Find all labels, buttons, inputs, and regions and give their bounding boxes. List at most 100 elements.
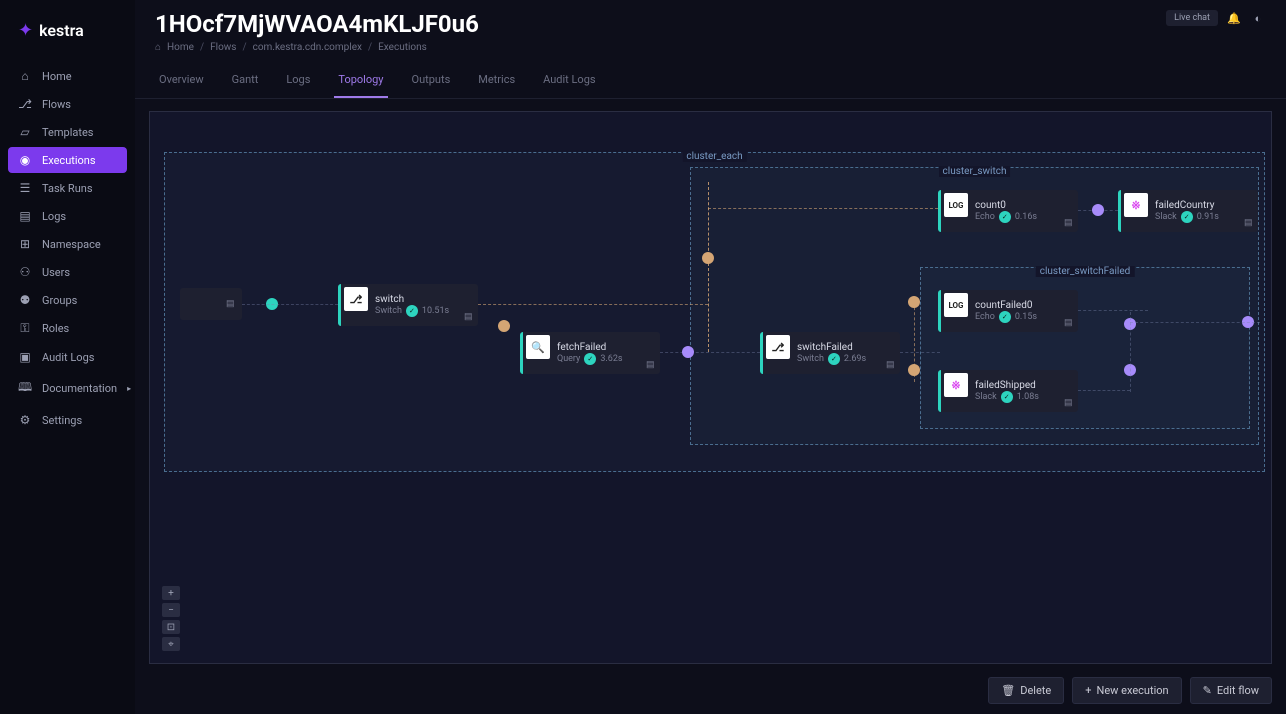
- new-execution-button[interactable]: +New execution: [1072, 677, 1181, 704]
- tab-gantt[interactable]: Gantt: [228, 67, 263, 98]
- node-title: switch: [375, 294, 474, 305]
- node-count0[interactable]: LOG count0 Echo ✓ 0.16s ▤: [938, 190, 1078, 232]
- breadcrumb-namespace[interactable]: com.kestra.cdn.complex: [253, 42, 362, 53]
- node-title: count0: [975, 200, 1074, 211]
- edge: [1078, 390, 1130, 391]
- logo[interactable]: ✦ kestra: [0, 12, 135, 59]
- sidebar-item-label: Executions: [42, 154, 96, 167]
- sidebar-item-label: Documentation: [42, 382, 117, 395]
- node-fetch-failed[interactable]: 🔍 fetchFailed Query ✓ 3.62s ▤: [520, 332, 660, 374]
- nav-list: ⌂Home ⎇Flows ▱Templates ◉Executions ☰Tas…: [0, 59, 135, 437]
- cluster-label: cluster_switch: [939, 166, 1011, 177]
- sidebar-item-settings[interactable]: ⚙Settings: [8, 407, 127, 433]
- edit-flow-button[interactable]: ✎ Edit flow: [1190, 677, 1272, 704]
- users-icon: ⚇: [18, 265, 32, 279]
- sidebar-item-executions[interactable]: ◉Executions: [8, 147, 127, 173]
- sidebar-item-label: Logs: [42, 210, 66, 223]
- tab-outputs[interactable]: Outputs: [408, 67, 455, 98]
- node-switch[interactable]: ⎇ switch Switch ✓ 10.51s ▤: [338, 284, 478, 326]
- sidebar-item-users[interactable]: ⚇Users: [8, 259, 127, 285]
- user-icon[interactable]: ◐: [1250, 10, 1266, 26]
- node-type: Slack: [1155, 212, 1177, 222]
- breadcrumb-home-icon[interactable]: ⌂: [155, 42, 161, 53]
- edge: [1130, 312, 1131, 392]
- sidebar-item-documentation[interactable]: 🕮Documentation▸: [8, 372, 127, 405]
- docs-icon: 🕮: [18, 378, 32, 399]
- edge: [1078, 310, 1148, 311]
- page-title: 1HOcf7MjWVAOA4mKLJF0u6: [155, 10, 1166, 38]
- node-title: failedCountry: [1155, 200, 1254, 211]
- node-type: Switch: [797, 354, 824, 364]
- trash-icon: 🗑: [1001, 684, 1015, 697]
- switch-icon: ⎇: [344, 287, 368, 311]
- connector-dot: [498, 320, 510, 332]
- sidebar-item-audit-logs[interactable]: ▣Audit Logs: [8, 344, 127, 370]
- node-switch-failed[interactable]: ⎇ switchFailed Switch ✓ 2.69s ▤: [760, 332, 900, 374]
- zoom-out-button[interactable]: −: [162, 603, 180, 617]
- node-type: Slack: [975, 392, 997, 402]
- node-time: 10.51s: [422, 306, 449, 316]
- tab-logs[interactable]: Logs: [282, 67, 314, 98]
- chevron-right-icon: ▸: [127, 384, 131, 393]
- node-menu-icon[interactable]: ▤: [226, 299, 236, 309]
- status-success-icon: ✓: [999, 311, 1011, 323]
- button-label: New execution: [1096, 684, 1168, 697]
- audit-icon: ▣: [18, 350, 32, 364]
- node-menu-icon[interactable]: ▤: [1064, 318, 1074, 328]
- pencil-icon: ✎: [1203, 684, 1212, 697]
- bell-icon[interactable]: 🔔: [1226, 10, 1242, 26]
- sidebar-item-namespace[interactable]: ⊞Namespace: [8, 231, 127, 257]
- header-left: 1HOcf7MjWVAOA4mKLJF0u6 ⌂ Home / Flows / …: [155, 10, 1166, 53]
- status-success-icon: ✓: [999, 211, 1011, 223]
- sidebar-item-task-runs[interactable]: ☰Task Runs: [8, 175, 127, 201]
- button-label: Edit flow: [1217, 684, 1259, 697]
- edge: [708, 208, 938, 209]
- edge: [478, 304, 708, 305]
- zoom-reset-button[interactable]: ⌖: [162, 637, 180, 651]
- live-chat-button[interactable]: Live chat: [1166, 10, 1218, 26]
- sidebar-item-logs[interactable]: ▤Logs: [8, 203, 127, 229]
- node-menu-icon[interactable]: ▤: [886, 360, 896, 370]
- delete-button[interactable]: 🗑 Delete: [988, 677, 1064, 704]
- cluster-label: cluster_each: [682, 151, 746, 162]
- node-failed-country[interactable]: ※ failedCountry Slack ✓ 0.91s ▤: [1118, 190, 1258, 232]
- tab-topology[interactable]: Topology: [334, 67, 387, 98]
- node-count-failed0[interactable]: LOG countFailed0 Echo ✓ 0.15s ▤: [938, 290, 1078, 332]
- zoom-controls: + − ⊡ ⌖: [162, 586, 180, 651]
- header-right: Live chat 🔔 ◐: [1166, 10, 1266, 26]
- topology-canvas[interactable]: cluster_each cluster_switch cluster_swit…: [149, 111, 1272, 664]
- task-runs-icon: ☰: [18, 181, 32, 195]
- sidebar-item-templates[interactable]: ▱Templates: [8, 119, 127, 145]
- connector-dot: [1092, 204, 1104, 216]
- node-failed-shipped[interactable]: ※ failedShipped Slack ✓ 1.08s ▤: [938, 370, 1078, 412]
- start-node[interactable]: ▤: [180, 288, 242, 320]
- status-success-icon: ✓: [584, 353, 596, 365]
- zoom-in-button[interactable]: +: [162, 586, 180, 600]
- button-label: Delete: [1020, 684, 1051, 697]
- sidebar-item-groups[interactable]: ⚉Groups: [8, 287, 127, 313]
- sidebar-item-roles[interactable]: ⚿Roles: [8, 315, 127, 342]
- sidebar-item-flows[interactable]: ⎇Flows: [8, 91, 127, 117]
- sidebar-item-label: Templates: [42, 126, 93, 139]
- tab-metrics[interactable]: Metrics: [474, 67, 519, 98]
- log-icon: LOG: [944, 193, 968, 217]
- log-icon: LOG: [944, 293, 968, 317]
- node-menu-icon[interactable]: ▤: [1244, 218, 1254, 228]
- node-menu-icon[interactable]: ▤: [464, 312, 474, 322]
- breadcrumb-home[interactable]: Home: [167, 42, 194, 53]
- tab-overview[interactable]: Overview: [155, 67, 208, 98]
- sidebar-item-home[interactable]: ⌂Home: [8, 63, 127, 89]
- node-menu-icon[interactable]: ▤: [1064, 218, 1074, 228]
- node-menu-icon[interactable]: ▤: [1064, 398, 1074, 408]
- node-menu-icon[interactable]: ▤: [646, 360, 656, 370]
- breadcrumb-flows[interactable]: Flows: [210, 42, 236, 53]
- node-time: 0.15s: [1015, 312, 1037, 322]
- edge: [914, 302, 915, 382]
- node-title: fetchFailed: [557, 342, 656, 353]
- tab-audit-logs[interactable]: Audit Logs: [539, 67, 599, 98]
- logo-text: kestra: [39, 21, 84, 40]
- breadcrumb-sep: /: [200, 42, 204, 53]
- sidebar-item-label: Flows: [42, 98, 71, 111]
- zoom-fit-button[interactable]: ⊡: [162, 620, 180, 634]
- status-success-icon: ✓: [828, 353, 840, 365]
